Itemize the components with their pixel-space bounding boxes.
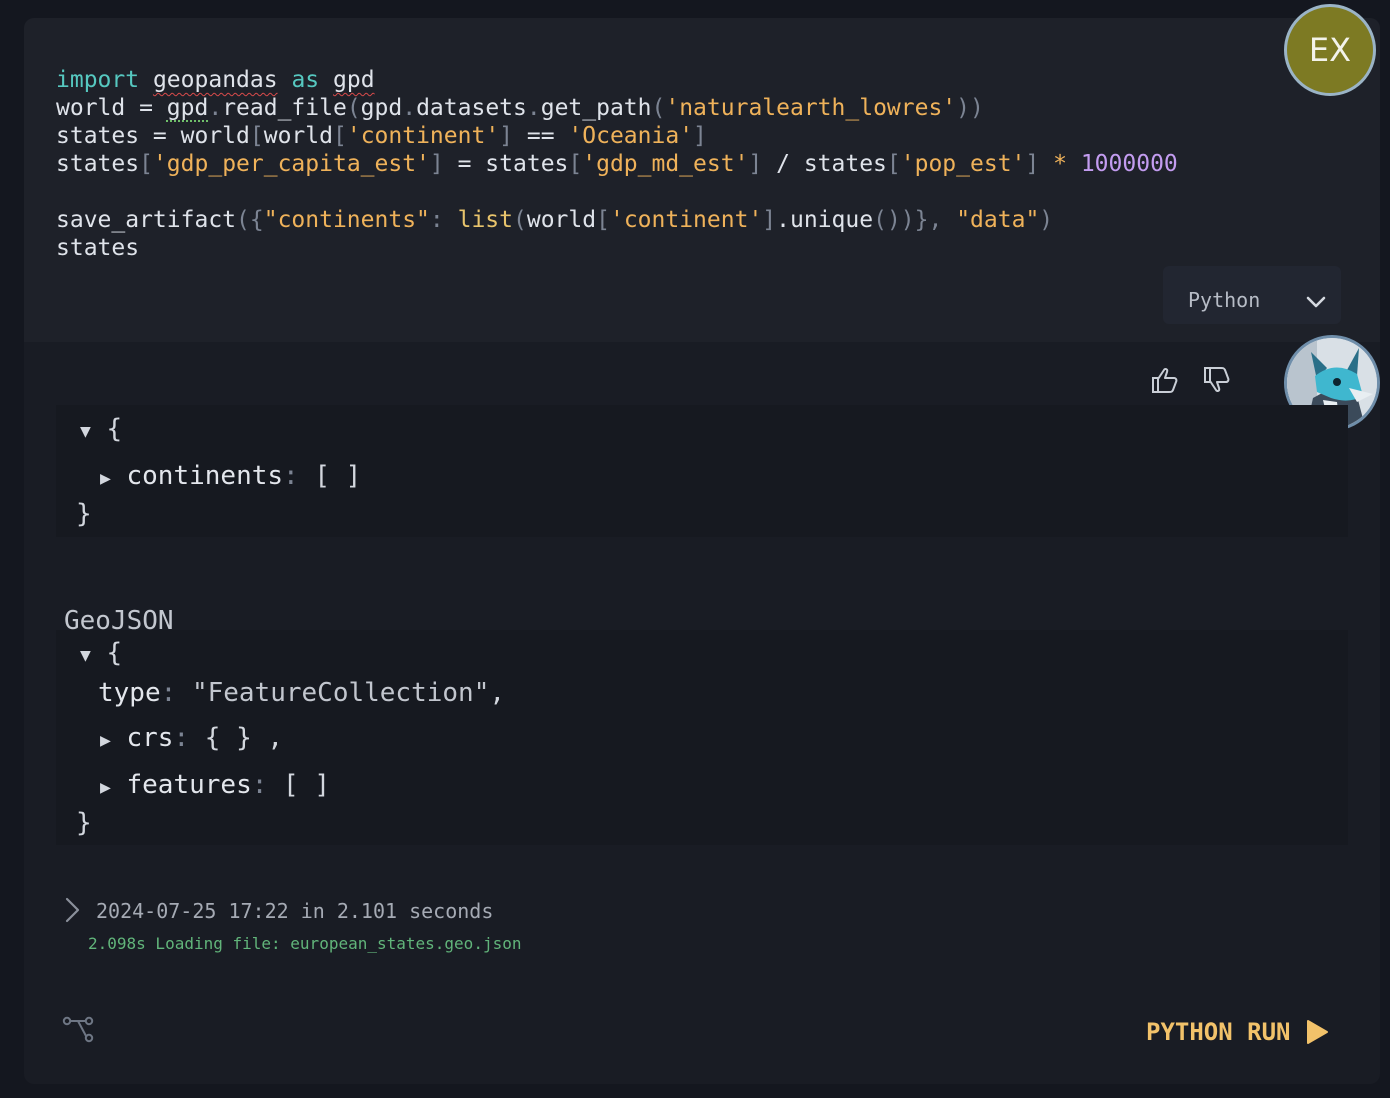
thumbs-up-icon[interactable] — [1150, 364, 1182, 396]
geojson-root-toggle[interactable]: ▼ { — [80, 638, 122, 668]
geojson-type-key: type — [98, 678, 161, 708]
artifact-root-toggle[interactable]: ▼ { — [80, 414, 122, 444]
execution-log-line: 2.098s Loading file: european_states.geo… — [88, 934, 522, 953]
code-editor[interactable]: import geopandas as gpd world = gpd.read_… — [56, 66, 1178, 262]
code-line-3: states = world[world['continent'] == 'Oc… — [56, 123, 707, 149]
geojson-type-row: type: "FeatureCollection", — [98, 678, 506, 708]
geojson-crs-value: { } — [204, 723, 252, 753]
expanded-triangle-icon[interactable]: ▼ — [80, 421, 91, 442]
execution-summary[interactable]: 2024-07-25 17:22 in 2.101 seconds — [96, 899, 493, 923]
artifact-continents-row[interactable]: ▶ continents: [ ] — [100, 461, 361, 491]
artifact-key: continents — [126, 461, 284, 491]
artifact-open-brace: { — [106, 414, 123, 444]
user-avatar[interactable]: EX — [1284, 4, 1376, 96]
chevron-right-icon[interactable] — [62, 896, 82, 924]
code-line-6: save_artifact({"continents": list(world[… — [56, 207, 1054, 233]
geojson-open-brace: { — [106, 638, 123, 668]
geojson-crs-key: crs — [126, 723, 174, 753]
thumbs-down-icon[interactable] — [1202, 364, 1234, 396]
geojson-close-brace: } — [76, 808, 92, 838]
geojson-features-key: features — [126, 770, 252, 800]
play-icon — [1306, 1020, 1328, 1044]
geojson-crs-row[interactable]: ▶ crs: { } , — [100, 723, 283, 753]
code-line-1: import geopandas as gpd — [56, 67, 375, 93]
geojson-type-value: "FeatureCollection" — [191, 678, 490, 708]
collapsed-triangle-icon[interactable]: ▶ — [100, 468, 111, 489]
collapsed-triangle-icon[interactable]: ▶ — [100, 777, 111, 798]
branch-icon[interactable] — [62, 1016, 94, 1044]
run-button[interactable]: PYTHON RUN — [1146, 1012, 1329, 1052]
run-button-label: PYTHON RUN — [1146, 1018, 1291, 1046]
code-line-4: states['gdp_per_capita_est'] = states['g… — [56, 151, 1178, 177]
language-label: Python — [1188, 288, 1261, 312]
code-line-7: states — [56, 235, 140, 261]
expanded-triangle-icon[interactable]: ▼ — [80, 645, 91, 666]
chevron-down-icon[interactable] — [1304, 290, 1328, 314]
geojson-features-row[interactable]: ▶ features: [ ] — [100, 770, 330, 800]
artifact-close-brace: } — [76, 499, 92, 529]
artifact-value: [ ] — [314, 461, 362, 491]
geojson-features-value: [ ] — [283, 770, 331, 800]
collapsed-triangle-icon[interactable]: ▶ — [100, 730, 111, 751]
code-line-2: world = gpd.read_file(gpd.datasets.get_p… — [56, 95, 984, 121]
